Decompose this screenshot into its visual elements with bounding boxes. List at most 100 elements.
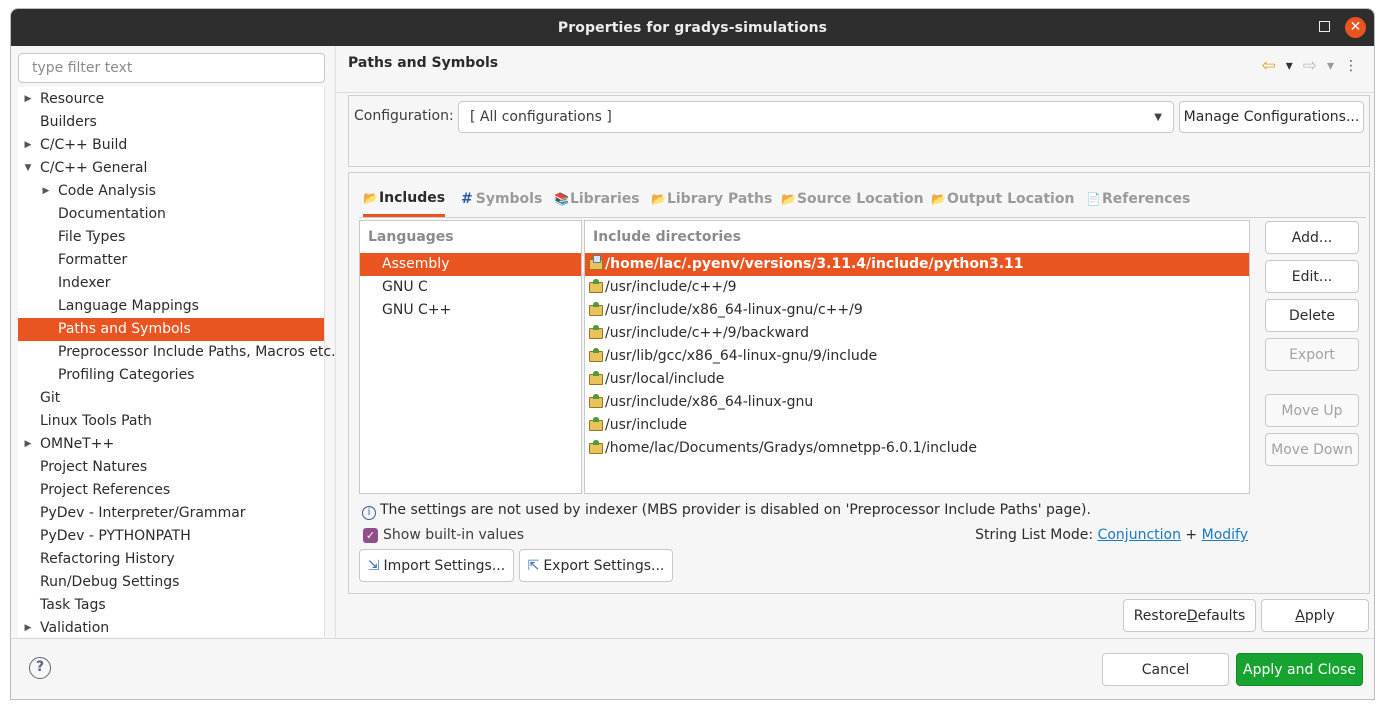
- filter-input[interactable]: [18, 53, 325, 83]
- string-list-mode-separator: +: [1185, 527, 1198, 543]
- tab-output-location[interactable]: 📂 Output Location: [931, 181, 1074, 217]
- export-button[interactable]: Export: [1265, 338, 1359, 371]
- tree-item[interactable]: Documentation: [18, 203, 324, 226]
- tree-item[interactable]: Preprocessor Include Paths, Macros etc.: [18, 341, 336, 364]
- include-directory-row[interactable]: /usr/local/include: [585, 368, 1249, 391]
- configuration-value: [ All configurations ]: [470, 109, 612, 125]
- edit-button[interactable]: Edit...: [1265, 260, 1359, 293]
- tree-item[interactable]: Run/Debug Settings: [18, 571, 324, 594]
- tree-item[interactable]: Project References: [18, 479, 324, 502]
- configuration-dropdown[interactable]: [ All configurations ] ▼: [458, 101, 1174, 133]
- tree-item[interactable]: ▶ Code Analysis: [18, 180, 324, 203]
- tree-item[interactable]: ▶ C/C++ Build: [18, 134, 324, 157]
- tree-item-label: PyDev - Interpreter/Grammar: [40, 505, 246, 521]
- tab-includes[interactable]: 📂 Includes: [363, 181, 446, 217]
- language-row[interactable]: GNU C: [360, 276, 581, 299]
- tree-item[interactable]: Formatter: [18, 249, 324, 272]
- tree-item[interactable]: ▶ Resource: [18, 88, 324, 111]
- help-icon[interactable]: ?: [29, 657, 51, 679]
- chevron-down-icon[interactable]: ▼: [23, 157, 33, 180]
- tree-item[interactable]: Refactoring History: [18, 548, 324, 571]
- language-row[interactable]: Assembly: [360, 253, 581, 276]
- chevron-right-icon[interactable]: ▶: [41, 180, 51, 203]
- tree-item[interactable]: ▶ OMNeT++: [18, 433, 324, 456]
- chevron-right-icon[interactable]: ▶: [23, 134, 33, 157]
- chevron-right-icon[interactable]: ▶: [23, 617, 33, 640]
- tree-item[interactable]: PyDev - PYTHONPATH: [18, 525, 324, 548]
- include-directory-row[interactable]: /usr/include/x86_64-linux-gnu: [585, 391, 1249, 414]
- apply-button[interactable]: Apply: [1261, 599, 1369, 632]
- include-directory-path: /usr/local/include: [605, 371, 725, 387]
- tab-references[interactable]: 📄 References: [1086, 181, 1190, 217]
- tree-item[interactable]: ▶ Validation: [18, 617, 324, 640]
- back-arrow-icon[interactable]: ⇦: [1261, 58, 1275, 75]
- close-icon[interactable]: ✕: [1345, 17, 1366, 38]
- move-down-button[interactable]: Move Down: [1265, 433, 1359, 466]
- tree-item[interactable]: PyDev - Interpreter/Grammar: [18, 502, 324, 525]
- output-location-icon: 📂: [931, 192, 946, 206]
- tree-item[interactable]: Builders: [18, 111, 324, 134]
- references-icon: 📄: [1086, 192, 1101, 206]
- back-menu-chevron-down-icon[interactable]: ▾: [1286, 58, 1293, 74]
- tab-source-location[interactable]: 📂 Source Location: [781, 181, 924, 217]
- show-builtin-values-checkbox[interactable]: ✓ Show built-in values: [363, 527, 524, 543]
- chevron-right-icon[interactable]: ▶: [23, 88, 33, 111]
- include-directory-row[interactable]: /usr/include/c++/9/backward: [585, 322, 1249, 345]
- language-row[interactable]: GNU C++: [360, 299, 581, 322]
- include-directory-path: /usr/include: [605, 417, 688, 433]
- tab-libraries[interactable]: 📚 Libraries: [554, 181, 640, 217]
- include-directory-row[interactable]: /home/lac/.pyenv/versions/3.11.4/include…: [585, 253, 1249, 276]
- include-directory-row[interactable]: /usr/include/c++/9: [585, 276, 1249, 299]
- tree-item[interactable]: Indexer: [18, 272, 324, 295]
- tree-item[interactable]: Profiling Categories: [18, 364, 324, 387]
- checkbox-checked-icon[interactable]: ✓: [363, 527, 378, 543]
- string-list-mode: String List Mode: Conjunction + Modify: [975, 527, 1248, 543]
- export-settings-button[interactable]: ⇱ Export Settings...: [519, 549, 673, 582]
- include-directory-row[interactable]: /usr/lib/gcc/x86_64-linux-gnu/9/include: [585, 345, 1249, 368]
- tree-item[interactable]: Paths and Symbols: [18, 318, 324, 341]
- builtin-include-folder-icon: [589, 302, 603, 316]
- include-directories-list[interactable]: Include directories /home/lac/.pyenv/ver…: [584, 220, 1250, 494]
- manage-configurations-button[interactable]: Manage Configurations...: [1179, 101, 1364, 133]
- cancel-button[interactable]: Cancel: [1102, 653, 1229, 686]
- tab-symbols[interactable]: # Symbols: [461, 181, 542, 217]
- tree-item[interactable]: Linux Tools Path: [18, 410, 324, 433]
- properties-dialog: Properties for gradys-simulations ✕ ▶ Res…: [10, 8, 1375, 700]
- show-builtin-values-label: Show built-in values: [383, 527, 525, 543]
- tree-item[interactable]: Project Natures: [18, 456, 324, 479]
- include-directory-row[interactable]: /usr/include/x86_64-linux-gnu/c++/9: [585, 299, 1249, 322]
- hash-icon: #: [461, 191, 473, 207]
- pane-divider[interactable]: [335, 46, 336, 638]
- tree-item[interactable]: Git: [18, 387, 324, 410]
- tree-item-label: OMNeT++: [40, 436, 115, 452]
- user-include-folder-icon: [589, 255, 603, 270]
- apply-and-close-button[interactable]: Apply and Close: [1236, 653, 1363, 686]
- restore-defaults-button[interactable]: Restore Defaults: [1123, 599, 1256, 632]
- add-button[interactable]: Add...: [1265, 221, 1359, 254]
- languages-list[interactable]: Languages Assembly GNU C GNU C++: [359, 220, 582, 494]
- chevron-right-icon[interactable]: ▶: [23, 433, 33, 456]
- tree-item[interactable]: ▼ C/C++ General: [18, 157, 324, 180]
- tree-item-label: C/C++ Build: [40, 137, 128, 153]
- forward-menu-chevron-down-icon[interactable]: ▾: [1327, 58, 1334, 74]
- more-options-icon[interactable]: ⋮: [1344, 58, 1358, 74]
- builtin-include-folder-icon: [589, 417, 603, 431]
- maximize-icon[interactable]: [1319, 21, 1330, 32]
- conjunction-link[interactable]: Conjunction: [1098, 527, 1181, 543]
- apply-mnemonic: A: [1295, 607, 1305, 624]
- import-settings-button[interactable]: ⇲ Import Settings...: [359, 549, 514, 582]
- include-directory-path: /usr/include/x86_64-linux-gnu: [605, 394, 814, 410]
- tree-item[interactable]: Language Mappings: [18, 295, 324, 318]
- tree-item-label: Validation: [40, 620, 110, 636]
- tree-item-label: Documentation: [58, 206, 166, 222]
- include-directory-row[interactable]: /home/lac/Documents/Gradys/omnetpp-6.0.1…: [585, 437, 1249, 460]
- tree-item[interactable]: Task Tags: [18, 594, 324, 617]
- forward-arrow-icon[interactable]: ⇨: [1303, 58, 1317, 75]
- move-up-button[interactable]: Move Up: [1265, 394, 1359, 427]
- include-directory-row[interactable]: /usr/include: [585, 414, 1249, 437]
- tab-library-paths[interactable]: 📂 Library Paths: [651, 181, 772, 217]
- delete-button[interactable]: Delete: [1265, 299, 1359, 332]
- modify-link[interactable]: Modify: [1202, 527, 1248, 543]
- info-icon: i: [362, 506, 376, 520]
- tree-item[interactable]: File Types: [18, 226, 324, 249]
